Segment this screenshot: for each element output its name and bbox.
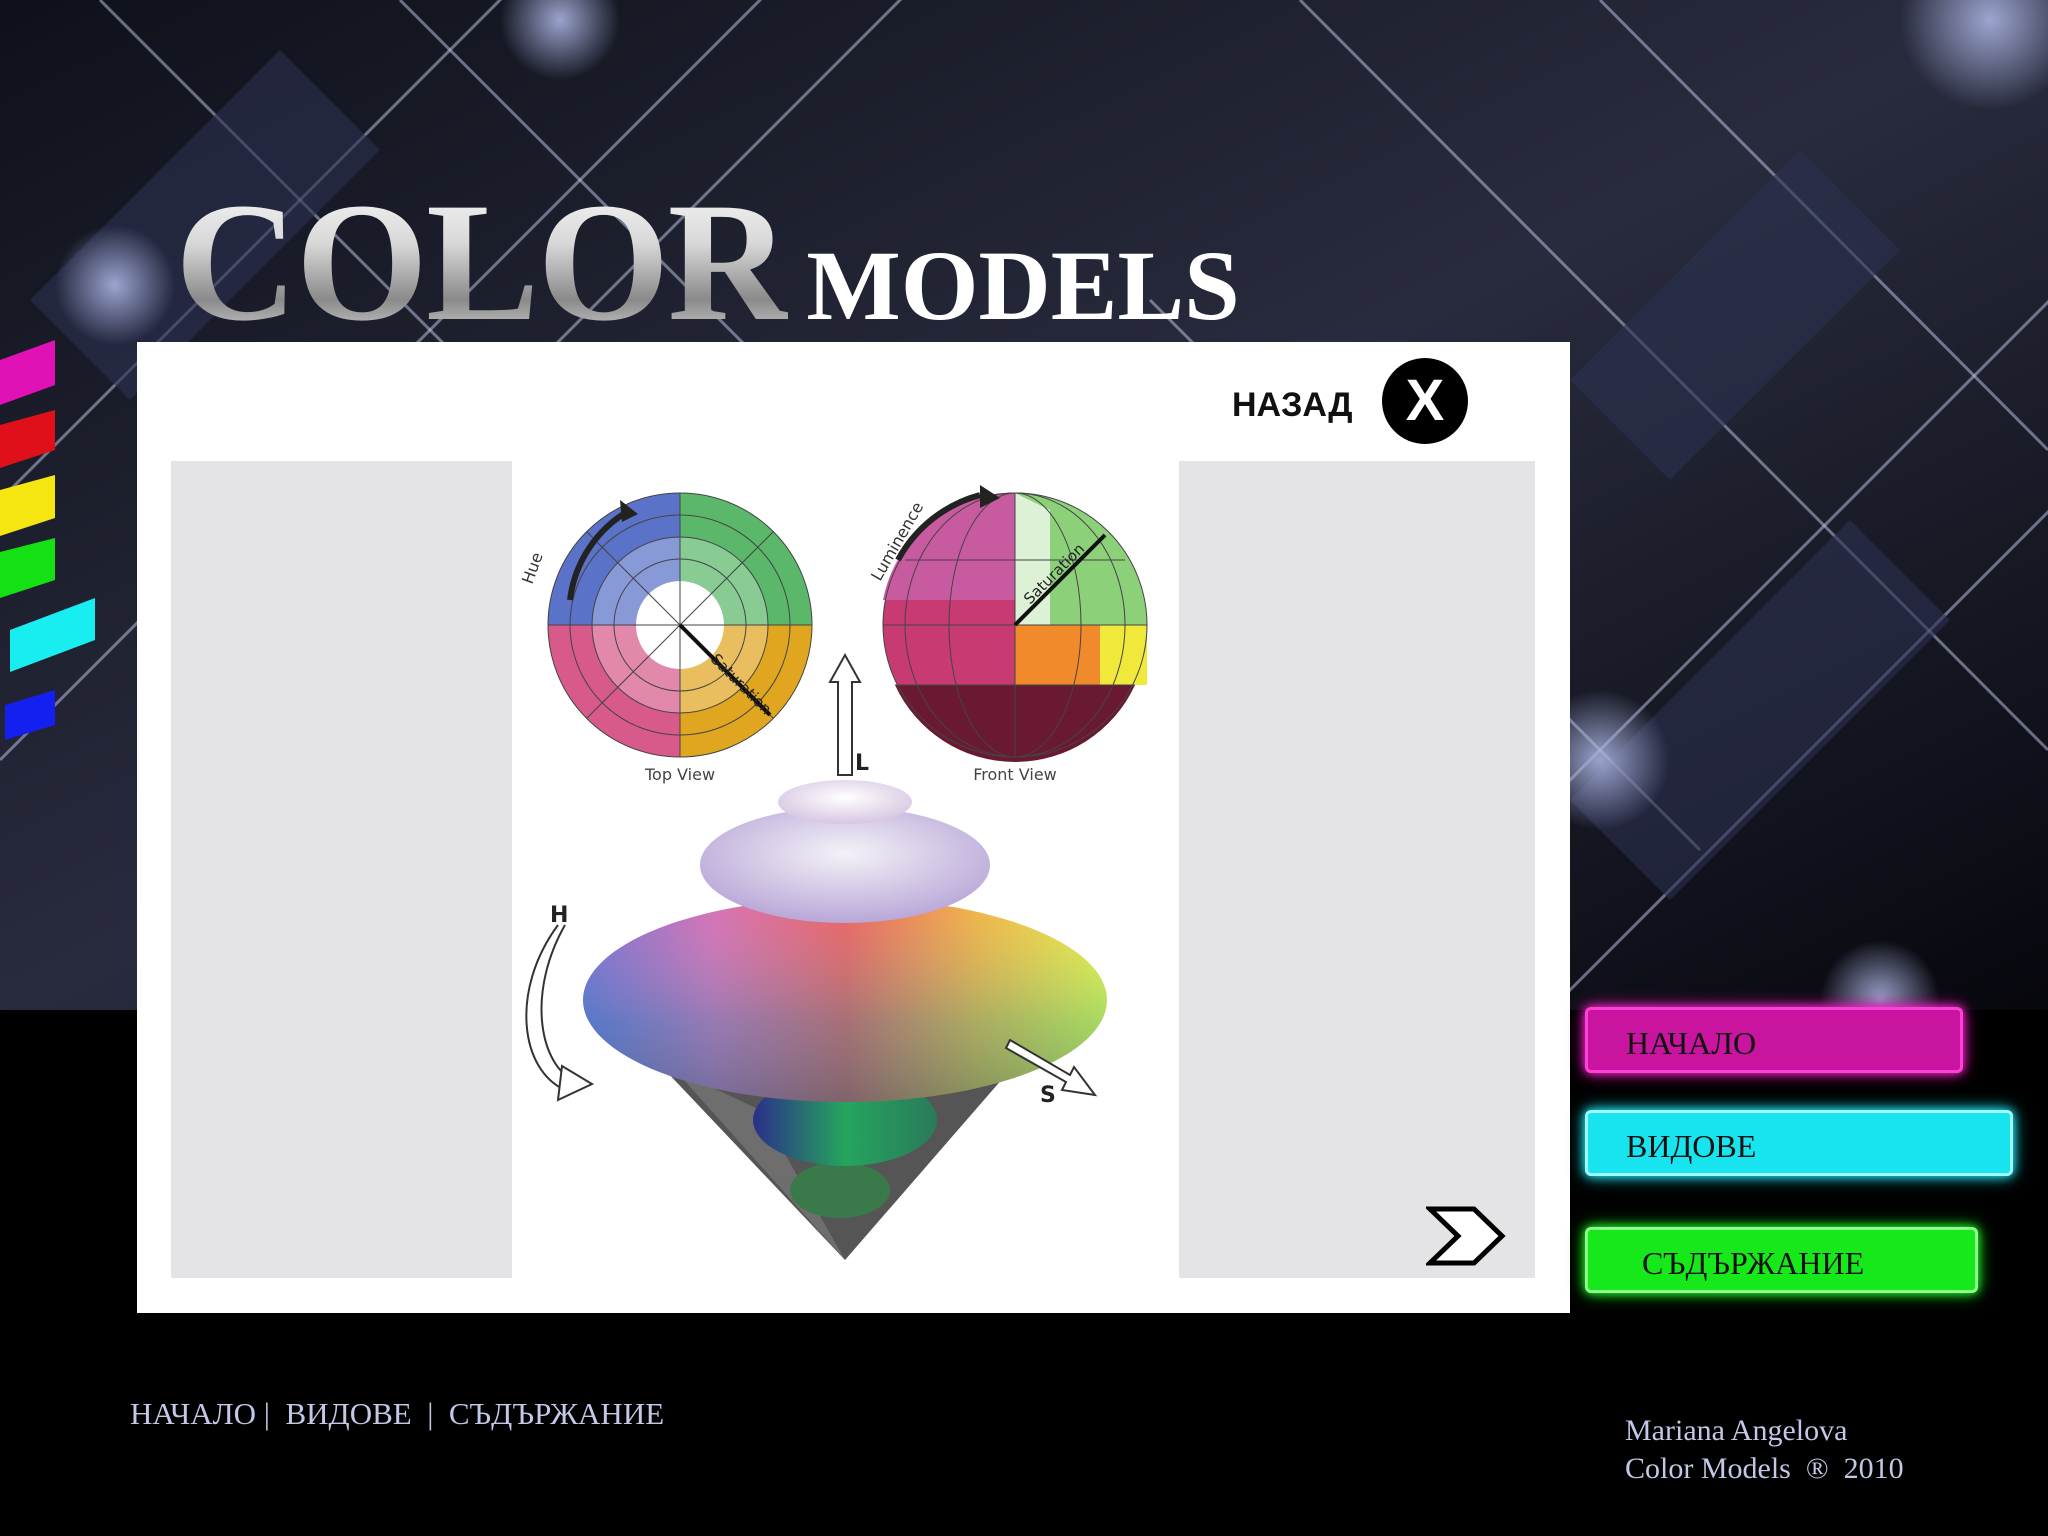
title-word-models: MODELS	[806, 230, 1240, 341]
front-view-caption: Front View	[973, 765, 1057, 784]
home-button[interactable]: НАЧАЛО	[1585, 1007, 1963, 1073]
next-arrow-button[interactable]	[1426, 1205, 1506, 1267]
footer-link-home[interactable]: НАЧАЛО	[130, 1396, 256, 1431]
footer-link-types[interactable]: ВИДОВЕ	[285, 1396, 411, 1431]
red-tab	[0, 410, 55, 468]
title-word-color: COLOR	[175, 168, 790, 356]
blue-tab	[5, 690, 55, 740]
axis-s-label: S	[1040, 1083, 1056, 1108]
cyan-tab	[10, 598, 95, 672]
hsl-model-diagram: Hue Saturation Top View Luminence Satura…	[518, 485, 1148, 1260]
footer-separator: |	[427, 1396, 434, 1431]
author-name: Mariana Angelova	[1625, 1414, 1848, 1447]
green-tab	[0, 538, 55, 598]
footer-nav: НАЧАЛО | ВИДОВЕ | СЪДЪРЖАНИЕ	[130, 1396, 664, 1432]
copyright-line: Color Models ® 2010	[1625, 1452, 1904, 1485]
color-tabs-decoration	[0, 340, 95, 740]
close-button[interactable]: X	[1382, 358, 1468, 444]
footer-link-contents[interactable]: СЪДЪРЖАНИЕ	[449, 1396, 664, 1431]
right-gray-column	[1179, 461, 1535, 1278]
l-axis-arrow: L	[828, 652, 869, 776]
yellow-tab	[0, 475, 55, 536]
contents-button[interactable]: СЪДЪРЖАНИЕ	[1585, 1227, 1978, 1293]
top-view-wheel: Hue Saturation Top View	[518, 492, 813, 784]
h-axis-arrow: H	[525, 903, 595, 1102]
axis-l-label: L	[855, 751, 869, 776]
chevron-right-icon	[1426, 1206, 1506, 1266]
page-title: COLOR MODELS	[175, 165, 1240, 360]
footer-separator: |	[263, 1396, 270, 1431]
credits: Mariana Angelova Color Models ® 2010	[1625, 1412, 1904, 1488]
magenta-tab	[0, 340, 55, 405]
front-view-wheel: Luminence Saturation Front View	[867, 485, 1148, 784]
top-view-caption: Top View	[644, 765, 715, 784]
back-label[interactable]: НАЗАД	[1232, 386, 1352, 425]
left-gray-column	[171, 461, 512, 1278]
bicone-stack	[583, 780, 1107, 1260]
hue-label: Hue	[518, 550, 547, 587]
types-button[interactable]: ВИДОВЕ	[1585, 1110, 2013, 1176]
axis-h-label: H	[550, 903, 568, 928]
